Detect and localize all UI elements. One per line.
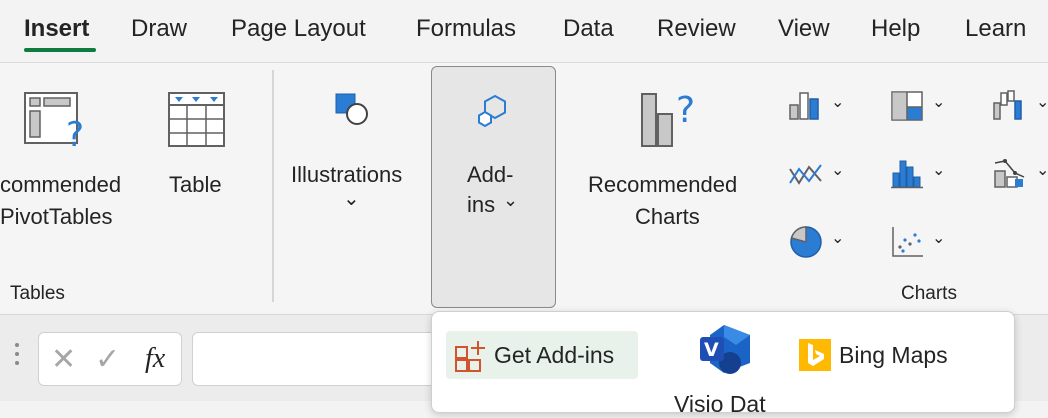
line-chart-icon (789, 164, 822, 185)
formula-controls: ✕ ✓ fx (38, 332, 182, 386)
table-icon (168, 92, 225, 147)
get-addins-button[interactable]: Get Add-ins (446, 331, 638, 379)
tab-page-layout[interactable]: Page Layout (231, 15, 366, 43)
tab-draw[interactable]: Draw (131, 15, 187, 43)
recommended-charts-icon: ? (641, 90, 695, 147)
illustrations-label: Illustrations (291, 162, 403, 187)
cancel-icon[interactable]: ✕ (51, 342, 76, 377)
addins-hexagon-icon (478, 94, 506, 128)
recommended-pivottables-label-2: PivotTables (0, 204, 113, 229)
tab-formulas[interactable]: Formulas (416, 15, 516, 43)
chevron-down-icon: ⌄ (343, 188, 360, 210)
addins-dropdown: Get Add-ins V Visio Dat Bing Maps (431, 311, 1015, 417)
svg-text:?: ? (676, 90, 695, 131)
chevron-down-icon: ⌄ (831, 162, 845, 179)
ribbon-tab-bar: Insert Draw Page Layout Formulas Data Re… (0, 0, 1048, 63)
get-addins-label: Get Add-ins (494, 342, 615, 368)
scatter-chart-icon (892, 227, 923, 257)
grip-handle-icon[interactable] (14, 341, 20, 375)
tab-review[interactable]: Review (657, 15, 736, 43)
chevron-down-icon: ⌄ (932, 162, 946, 179)
column-chart-icon (789, 92, 819, 120)
active-tab-indicator (24, 48, 96, 52)
chevron-down-icon: ⌄ (932, 230, 946, 247)
visio-data-visualizer-label: Visio Dat (674, 391, 766, 417)
combo-chart-icon (994, 159, 1025, 188)
recommended-charts-label-2: Charts (635, 204, 700, 229)
recommended-pivottables-icon: ? (24, 92, 84, 154)
chevron-down-icon: ⌄ (1036, 94, 1048, 111)
table-label: Table (169, 172, 222, 197)
chevron-down-icon: ⌄ (503, 190, 519, 210)
recommended-pivottables-label-1: commended (0, 172, 122, 197)
chevron-down-icon: ⌄ (831, 94, 845, 111)
chevron-down-icon: ⌄ (932, 94, 946, 111)
waterfall-chart-icon (993, 90, 1022, 120)
tab-help[interactable]: Help (871, 15, 920, 43)
shapes-icon (335, 93, 368, 125)
bing-maps-label: Bing Maps (839, 342, 948, 368)
group-label-tables: Tables (10, 283, 65, 304)
tab-view[interactable]: View (778, 15, 830, 43)
addins-label-1: Add- (467, 162, 514, 187)
visio-logo-icon: V (700, 325, 750, 374)
recommended-charts-label-1: Recommended (588, 172, 738, 197)
group-separator (272, 70, 274, 302)
svg-text:V: V (704, 339, 719, 361)
bing-maps-logo-icon (799, 339, 831, 371)
get-addins-icon (455, 341, 485, 372)
chevron-down-icon: ⌄ (1036, 162, 1048, 179)
histogram-chart-icon (891, 160, 923, 189)
svg-text:?: ? (66, 115, 84, 154)
group-label-charts: Charts (901, 283, 957, 304)
pie-chart-icon (790, 226, 822, 258)
insert-function-icon[interactable]: fx (145, 343, 165, 375)
tab-learn[interactable]: Learn (965, 15, 1026, 43)
tab-data[interactable]: Data (563, 15, 614, 43)
treemap-chart-icon (891, 91, 923, 121)
tab-insert[interactable]: Insert (24, 15, 89, 43)
chevron-down-icon: ⌄ (831, 230, 845, 247)
enter-icon[interactable]: ✓ (95, 342, 120, 377)
addins-label-2: ins (467, 192, 496, 217)
formula-input[interactable] (192, 332, 452, 386)
